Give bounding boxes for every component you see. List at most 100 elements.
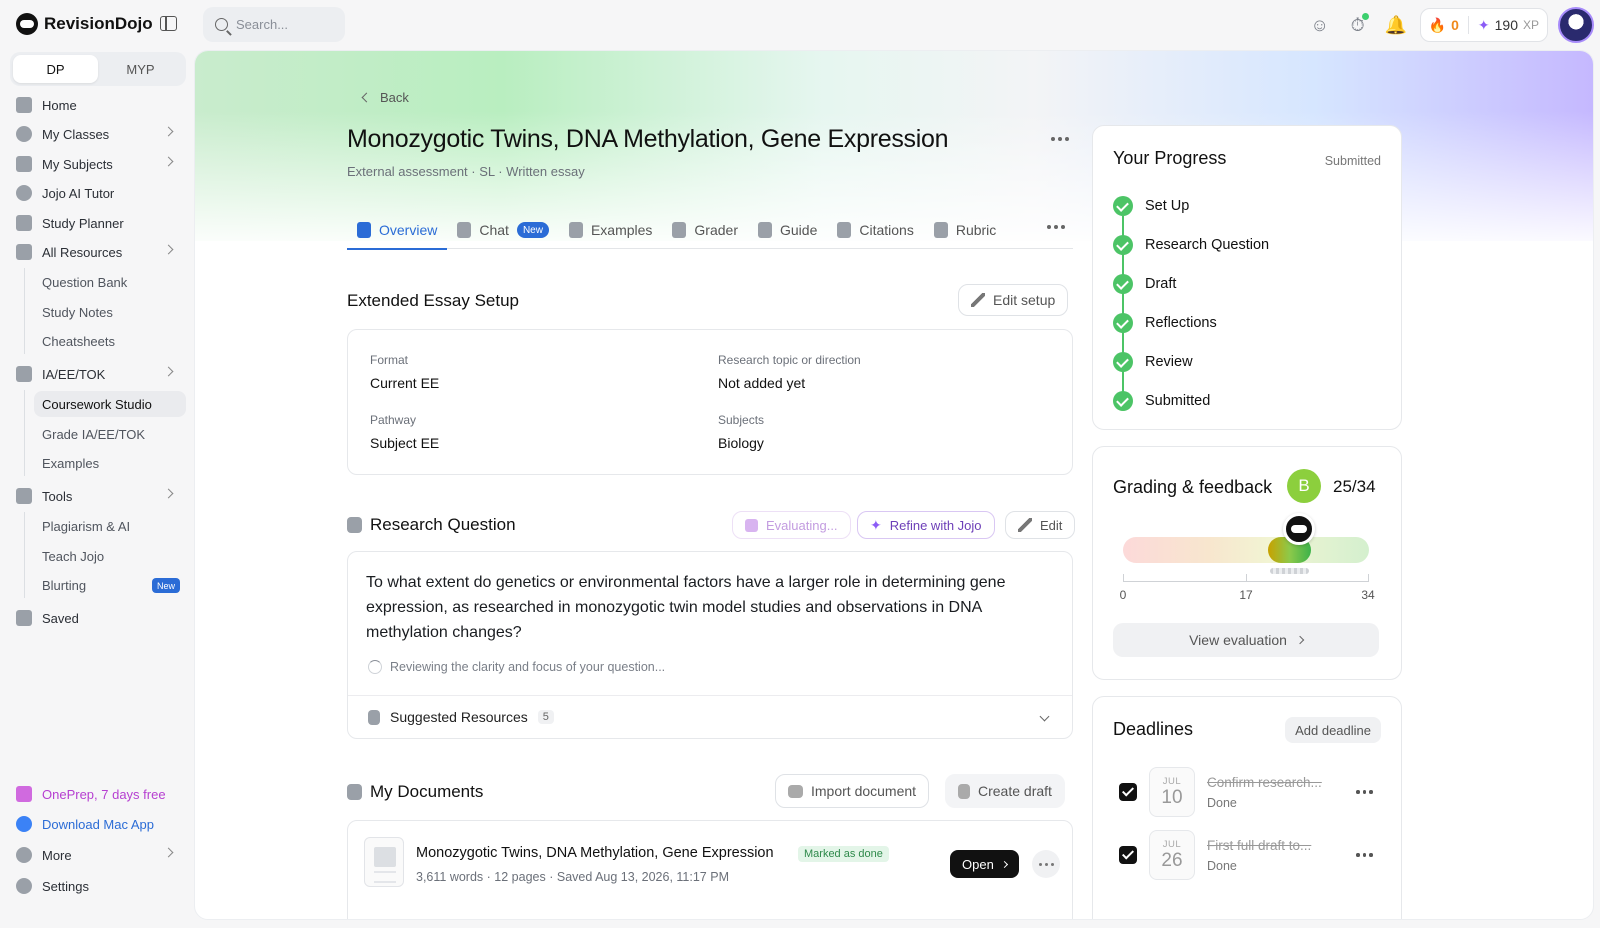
refine-with-jojo-button[interactable]: ✦ Refine with Jojo [857,511,995,539]
sidebar-sub-cheatsheets[interactable]: Cheatsheets [42,328,115,354]
sidebar-item-saved[interactable]: Saved [16,605,186,631]
tab-rubric[interactable]: Rubric [924,211,1006,249]
sidebar-sub-coursework-studio[interactable]: Coursework Studio [34,391,186,417]
rubric-icon [933,222,948,238]
tab-chat[interactable]: Chat New [447,211,559,249]
field-subjects-label: Subjects [718,413,765,427]
tab-label: Overview [379,222,438,238]
tab-overview[interactable]: Overview [347,211,448,250]
deadline-more-icon[interactable] [1356,853,1373,857]
stat-divider [1467,16,1469,34]
open-document-button[interactable]: Open [950,850,1019,878]
deadline-status: Done [1207,858,1237,873]
pencil-icon [1018,518,1032,532]
document-card[interactable]: Monozygotic Twins, DNA Methylation, Gene… [347,820,1073,919]
create-draft-button[interactable]: Create draft [945,774,1065,808]
view-evaluation-button[interactable]: View evaluation [1113,623,1379,657]
divider [348,695,1072,696]
tab-grader[interactable]: Grader [662,211,748,249]
lightbulb-icon [347,517,362,533]
sidebar-sub-plagiarism-ai[interactable]: Plagiarism & AI [42,513,130,539]
home-icon [16,97,32,113]
friends-icon[interactable]: ☺ [1306,11,1334,39]
program-switcher: DP MYP [10,52,186,86]
tools-icon [16,488,32,504]
field-topic-value: Not added yet [718,375,806,391]
program-tab-dp[interactable]: DP [13,55,98,83]
button-label: Open [962,856,994,872]
sidebar-item-ia-ee-tok[interactable]: IA/EE/TOK [16,361,186,387]
examples-icon [568,222,583,238]
tab-examples[interactable]: Examples [559,211,662,249]
sidebar-item-home[interactable]: Home [16,92,186,118]
button-label: Edit setup [993,292,1056,308]
sidebar-sub-question-bank[interactable]: Question Bank [42,269,127,295]
streak-counter[interactable]: 🔥 0 ✦ 190 XP [1419,8,1548,42]
progress-status: Submitted [1324,154,1381,168]
research-question-section-title: Research Question [347,515,516,535]
axis-tick [1368,574,1369,582]
tabs-more-icon[interactable] [1047,225,1065,229]
more-icon [16,847,32,863]
edit-rq-button[interactable]: Edit [1005,511,1076,539]
main-panel: Back Monozygotic Twins, DNA Methylation,… [194,50,1594,920]
sidebar-sub-grade-ia-ee-tok[interactable]: Grade IA/EE/TOK [42,421,145,447]
edit-setup-button[interactable]: Edit setup [958,284,1069,316]
sidebar-sub-teach-jojo[interactable]: Teach Jojo [42,543,104,569]
sidebar-toggle-icon[interactable] [160,16,177,31]
deadline-checkbox[interactable] [1119,783,1137,801]
submenu-guide-line [24,390,25,476]
axis-tick-label: 34 [1361,588,1375,602]
page-more-icon[interactable] [1051,137,1069,141]
resources-icon [16,244,32,260]
sidebar-item-more[interactable]: More [16,842,186,868]
grading-score: 25/34 [1333,477,1376,496]
tab-guide[interactable]: Guide [748,211,827,249]
sidebar-download-mac-app[interactable]: Download Mac App [16,811,186,837]
program-tab-myp[interactable]: MYP [98,55,183,83]
button-label: Create draft [978,783,1052,799]
notification-bell-icon[interactable]: 🔔 [1382,11,1410,39]
document-meta: 3,611 words · 12 pages · Saved Aug 13, 2… [416,870,729,884]
sidebar-item-label: Saved [42,610,79,626]
sidebar-item-settings[interactable]: Settings [16,873,186,899]
setup-title-text: Extended Essay Setup [347,291,520,310]
progress-title: Your Progress [1113,148,1227,168]
apple-icon [16,816,32,832]
chevron-right-icon [163,244,174,255]
deadline-checkbox[interactable] [1119,846,1137,864]
research-question-text: To what extent do genetics or environmen… [366,574,1006,641]
sidebar-item-all-resources[interactable]: All Resources [16,239,186,265]
sidebar-item-my-classes[interactable]: My Classes [16,121,186,147]
sidebar-promo-oneprep[interactable]: OnePrep, 7 days free [16,781,186,807]
sidebar-sub-blurting[interactable]: Blurting [42,572,86,598]
sidebar-sub-study-notes[interactable]: Study Notes [42,299,113,325]
check-circle-icon [1113,313,1133,333]
search-input[interactable]: Search... [203,7,345,42]
sidebar-item-tools[interactable]: Tools [16,483,186,509]
button-label: View evaluation [1189,632,1287,648]
sidebar-item-my-subjects[interactable]: My Subjects [16,151,186,177]
chevron-down-icon[interactable] [1039,711,1050,722]
sidebar-sub-examples[interactable]: Examples [42,450,99,476]
tab-label: Rubric [955,222,997,238]
timer-icon[interactable]: ⏱ [1344,11,1372,39]
add-deadline-button[interactable]: Add deadline [1285,717,1381,743]
tab-label: Chat [479,222,509,238]
import-document-button[interactable]: Import document [775,774,930,808]
user-avatar[interactable] [1558,7,1594,43]
field-format-label: Format [370,353,409,367]
deadline-more-icon[interactable] [1356,790,1373,794]
progress-card: Your Progress Submitted Set Up Research … [1092,125,1402,430]
submenu-guide-line [24,268,25,354]
document-more-icon[interactable] [1032,850,1060,878]
tab-citations[interactable]: Citations [827,211,923,249]
evaluate-icon [745,518,758,532]
sidebar-item-jojo-ai-tutor[interactable]: Jojo AI Tutor [16,180,186,206]
deadline-day: 10 [1161,786,1183,808]
document-icon [347,784,362,800]
back-link[interactable]: Back [361,90,409,105]
suggested-resources-toggle[interactable]: Suggested Resources 5 [368,709,554,725]
sidebar-item-study-planner[interactable]: Study Planner [16,210,186,236]
app-logo[interactable]: RevisionDojo [16,13,153,35]
